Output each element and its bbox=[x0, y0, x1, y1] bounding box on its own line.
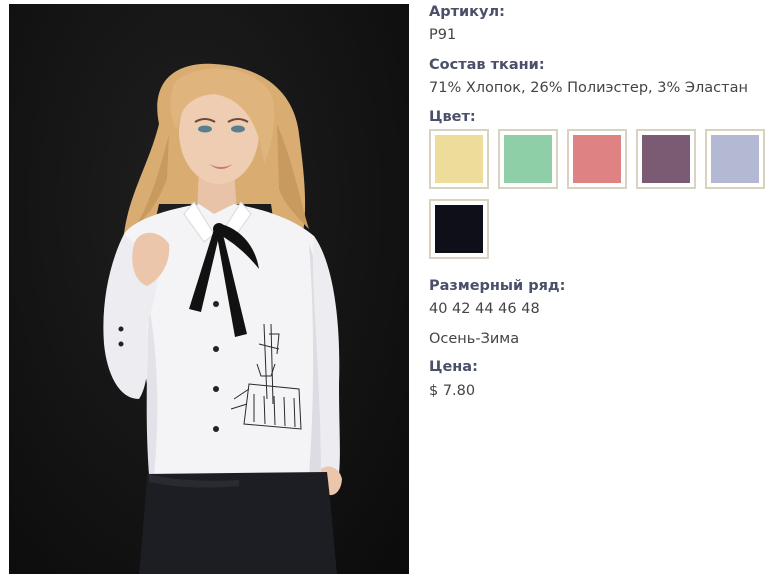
swatch-fill bbox=[504, 135, 552, 183]
color-label: Цвет: bbox=[429, 109, 476, 125]
sku-label: Артикул: bbox=[429, 4, 505, 20]
composition-value: 71% Хлопок, 26% Полиэстер, 3% Эластан bbox=[429, 80, 748, 96]
product-photo[interactable] bbox=[9, 4, 409, 574]
color-swatch-black[interactable] bbox=[429, 199, 489, 259]
color-swatch-lavender[interactable] bbox=[705, 129, 765, 189]
sku-value: Р91 bbox=[429, 27, 457, 43]
model-illustration bbox=[103, 63, 342, 574]
swatch-fill bbox=[573, 135, 621, 183]
color-swatch-pink[interactable] bbox=[567, 129, 627, 189]
product-page: Артикул: Р91 Состав ткани: 71% Хлопок, 2… bbox=[0, 0, 776, 576]
swatch-fill bbox=[435, 135, 483, 183]
composition-label: Состав ткани: bbox=[429, 57, 545, 73]
sizes-value: 40 42 44 46 48 bbox=[429, 301, 540, 317]
season-text: Осень-Зима bbox=[429, 331, 520, 347]
swatch-fill bbox=[435, 205, 483, 253]
price-label: Цена: bbox=[429, 359, 478, 375]
swatch-fill bbox=[711, 135, 759, 183]
sizes-label: Размерный ряд: bbox=[429, 278, 566, 294]
color-swatch-yellow[interactable] bbox=[429, 129, 489, 189]
price-value: $ 7.80 bbox=[429, 383, 476, 399]
swatch-fill bbox=[642, 135, 690, 183]
color-swatch-mint[interactable] bbox=[498, 129, 558, 189]
color-swatch-plum[interactable] bbox=[636, 129, 696, 189]
